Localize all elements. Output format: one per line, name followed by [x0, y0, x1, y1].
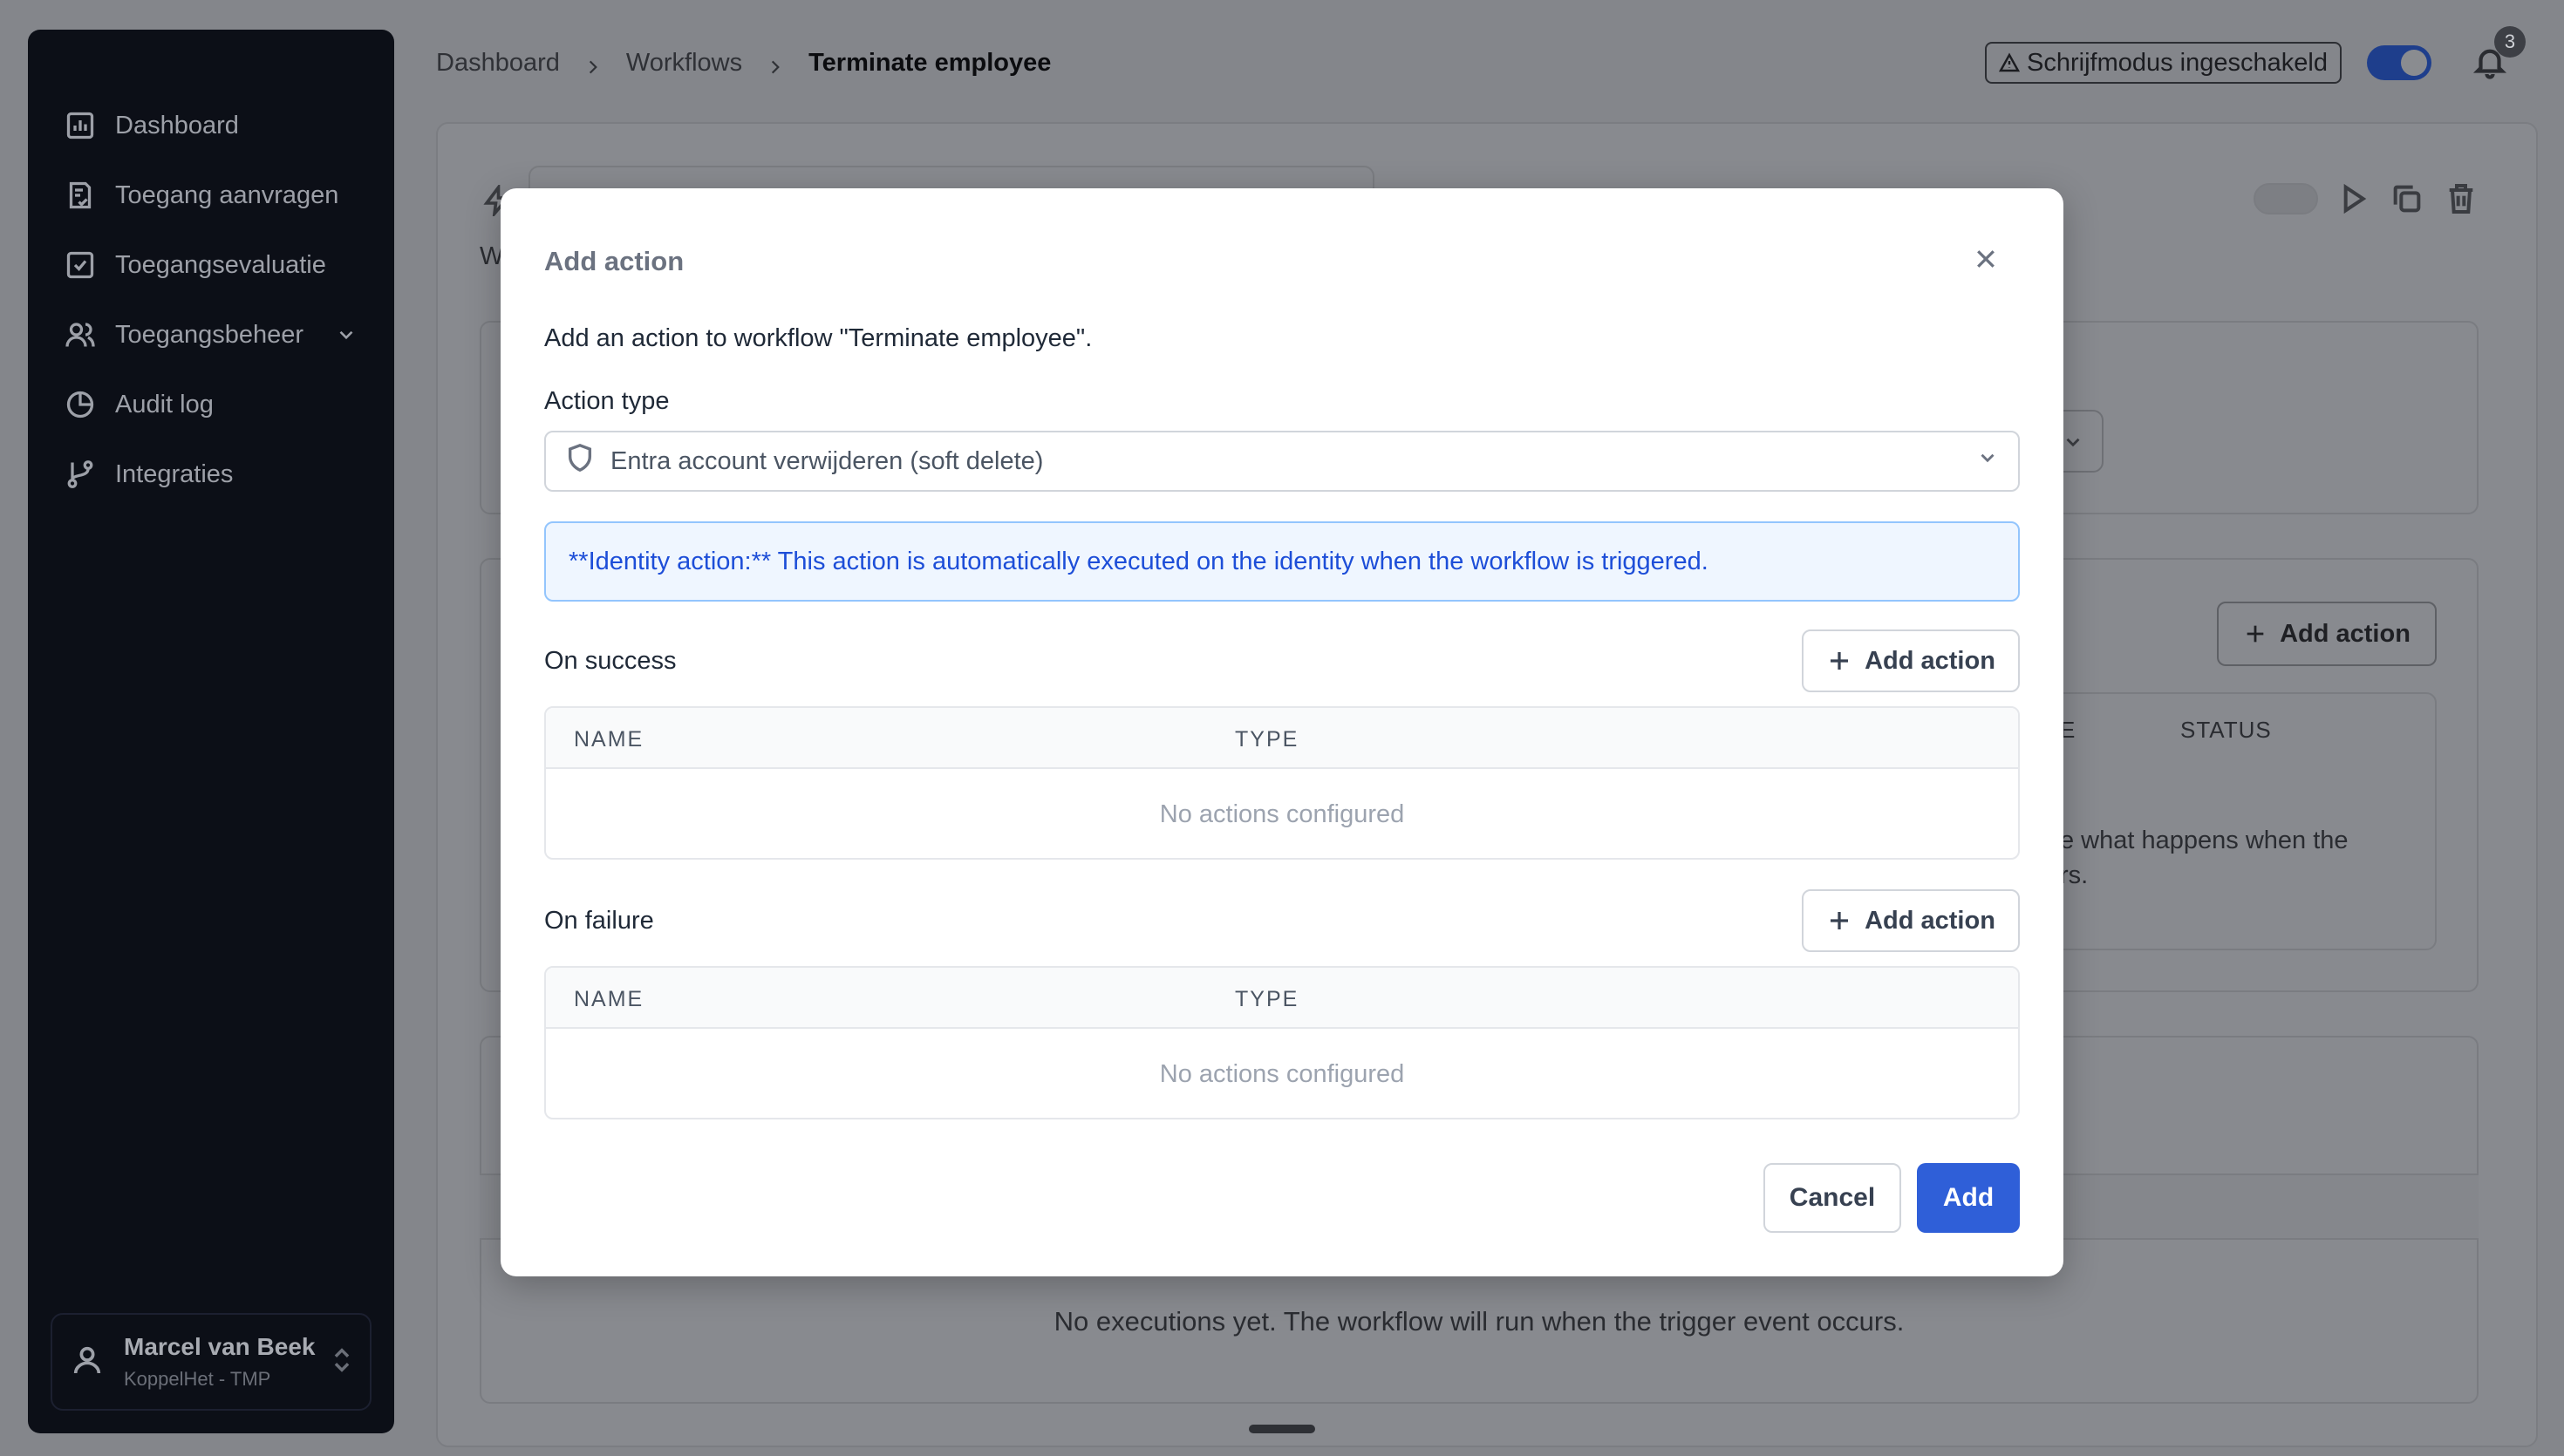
column-header-type: TYPE — [1235, 727, 1299, 752]
sidebar-item-label: Audit log — [115, 390, 214, 418]
play-icon[interactable] — [2336, 181, 2370, 221]
dialog-description: Add an action to workflow "Terminate emp… — [544, 324, 1093, 352]
cancel-button[interactable]: Cancel — [1763, 1163, 1901, 1233]
notification-count-badge: 3 — [2494, 26, 2526, 58]
git-branch-icon — [63, 457, 98, 492]
sidebar-item-toegang-aanvragen[interactable]: Toegang aanvragen — [63, 160, 368, 230]
no-executions-text: No executions yet. The workflow will run… — [1054, 1306, 1905, 1337]
user-organization: KoppelHet - TMP — [124, 1368, 271, 1390]
add-action-label: Add action — [1865, 646, 1995, 675]
scroll-handle[interactable] — [1249, 1425, 1315, 1433]
chevron-down-icon — [1976, 446, 1999, 476]
on-success-table: NAME TYPE No actions configured — [544, 706, 2020, 860]
sidebar-item-label: Integraties — [115, 459, 234, 488]
column-header-name: NAME — [574, 987, 644, 1011]
empty-state: No actions configured — [1159, 1059, 1405, 1088]
workflow-active-toggle[interactable] — [2254, 183, 2318, 214]
plus-icon — [1831, 912, 1849, 929]
action-type-value: Entra account verwijderen (soft delete) — [610, 446, 1044, 475]
sidebar-item-label: Toegangsbeheer — [115, 320, 304, 349]
empty-state: No actions configured — [1159, 799, 1405, 828]
chevron-up-down-icon — [331, 1345, 352, 1379]
sidebar-item-label: Toegangsevaluatie — [115, 250, 326, 279]
chevron-right-icon — [767, 54, 784, 74]
breadcrumb: Dashboard Workflows Terminate employee — [436, 44, 1051, 82]
sidebar-item-integraties[interactable]: Integraties — [63, 439, 368, 509]
write-mode-label: Schrijfmodus ingeschakeld — [2027, 48, 2328, 77]
user-menu[interactable]: Marcel van Beek KoppelHet - TMP — [51, 1313, 372, 1411]
identity-action-info: **Identity action:** This action is auto… — [544, 521, 2020, 602]
add-action-button-bg[interactable]: Add action — [2217, 602, 2437, 666]
on-failure-table: NAME TYPE No actions configured — [544, 966, 2020, 1119]
square-check-icon — [63, 248, 98, 282]
empty-hint-line2: rs. — [2060, 861, 2089, 889]
clipboard-check-icon — [63, 178, 98, 213]
action-type-select[interactable]: Entra account verwijderen (soft delete) — [544, 431, 2020, 492]
sidebar-item-dashboard[interactable]: Dashboard — [63, 91, 368, 160]
sidebar-item-label: Dashboard — [115, 111, 239, 139]
chevron-down-icon[interactable] — [335, 323, 358, 346]
copy-icon[interactable] — [2390, 181, 2424, 221]
table-header: NAME TYPE — [546, 968, 2018, 1029]
on-failure-add-action-button[interactable]: Add action — [1802, 889, 2020, 952]
close-icon[interactable] — [1973, 246, 1999, 272]
chevron-right-icon — [584, 54, 602, 74]
breadcrumb-dashboard[interactable]: Dashboard — [436, 49, 560, 78]
on-success-label: On success — [544, 647, 677, 675]
users-icon — [63, 317, 98, 352]
dialog-title: Add action — [544, 246, 685, 276]
sidebar-item-audit-log[interactable]: Audit log — [63, 370, 368, 439]
breadcrumb-workflows[interactable]: Workflows — [626, 49, 742, 78]
user-name: Marcel van Beek — [124, 1333, 316, 1360]
table-header: NAME TYPE — [546, 708, 2018, 769]
trash-icon[interactable] — [2444, 181, 2479, 221]
add-button[interactable]: Add — [1917, 1163, 2020, 1233]
write-mode-toggle[interactable] — [2367, 45, 2431, 80]
sidebar-item-toegangsbeheer[interactable]: Toegangsbeheer — [63, 300, 368, 370]
action-type-label: Action type — [544, 387, 670, 415]
sidebar-nav: Dashboard Toegang aanvragen Toegangseval… — [63, 91, 368, 509]
warning-icon — [1999, 52, 2020, 72]
on-failure-label: On failure — [544, 907, 654, 935]
user-icon — [70, 1343, 105, 1382]
column-header-name: NAME — [574, 727, 644, 752]
plus-icon — [1831, 652, 1849, 670]
status-column-header: STATUS — [2180, 717, 2272, 743]
breadcrumb-current: Terminate employee — [808, 48, 1052, 77]
pie-chart-icon — [63, 387, 98, 422]
shield-icon — [565, 443, 595, 480]
add-action-label: Add action — [1865, 906, 1995, 935]
empty-hint-line1: e what happens when the — [2060, 827, 2349, 854]
bar-chart-icon — [63, 108, 98, 143]
on-success-add-action-button[interactable]: Add action — [1802, 629, 2020, 692]
column-header-type: TYPE — [1235, 987, 1299, 1011]
sidebar: Dashboard Toegang aanvragen Toegangseval… — [28, 30, 394, 1433]
add-action-label: Add action — [2280, 619, 2411, 648]
add-action-dialog: Add action Add an action to workflow "Te… — [501, 188, 2063, 1276]
sidebar-item-label: Toegang aanvragen — [115, 180, 339, 209]
sidebar-item-toegangsevaluatie[interactable]: Toegangsevaluatie — [63, 230, 368, 300]
write-mode-badge: Schrijfmodus ingeschakeld — [1985, 42, 2342, 84]
